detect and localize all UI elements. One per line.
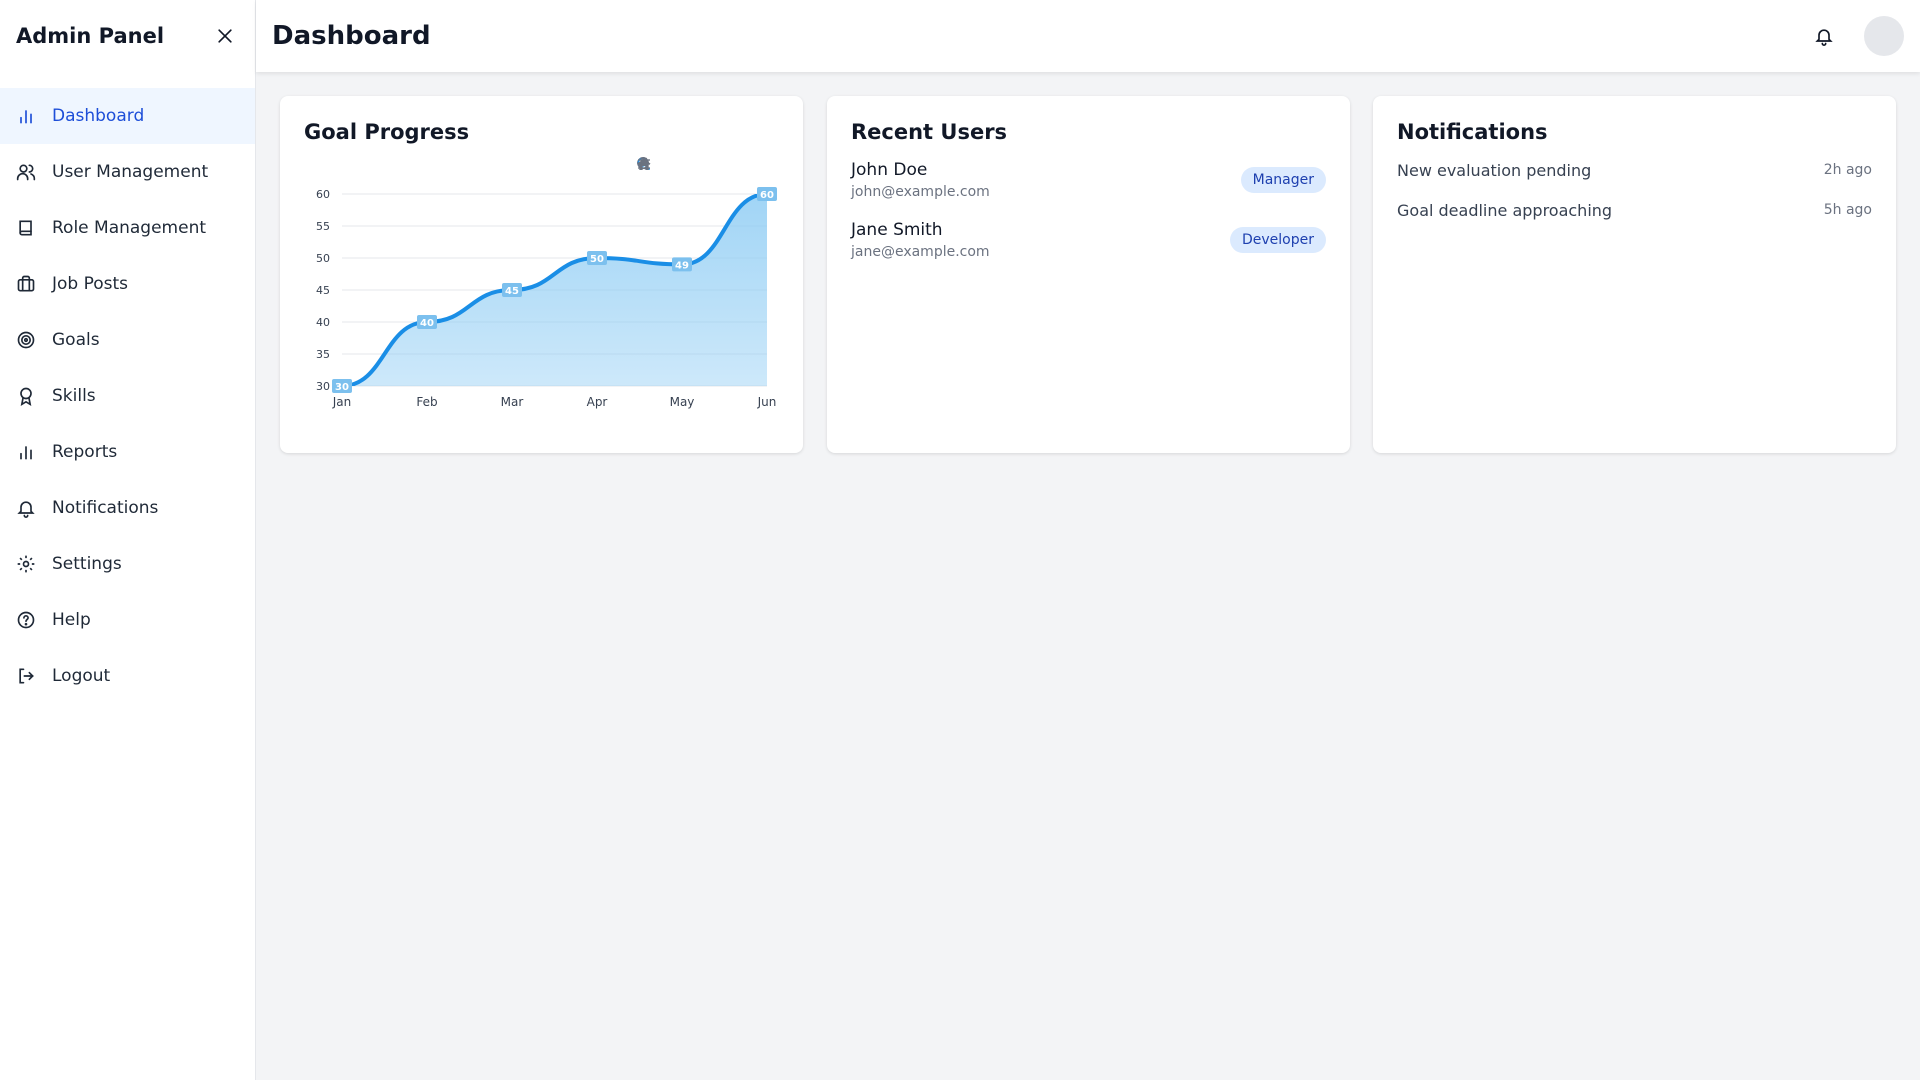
notifications-card: Notifications New evaluation pending 2h … xyxy=(1373,96,1896,453)
x-tick-label: Feb xyxy=(416,395,437,409)
sidebar-item-role-management[interactable]: Role Management xyxy=(0,200,255,256)
goal-progress-card: Goal Progress 30 35 40 45 50 55 60 Jan Feb Mar Apr… xyxy=(280,96,803,453)
notification-time: 2h ago xyxy=(1823,162,1872,178)
sidebar-item-dashboard[interactable]: Dashboard xyxy=(0,88,255,144)
notification-text: New evaluation pending xyxy=(1397,160,1592,180)
data-label: 45 xyxy=(505,286,519,297)
notification-time: 5h ago xyxy=(1823,202,1872,218)
briefcase-icon xyxy=(16,274,36,294)
sidebar-header: Admin Panel xyxy=(0,0,255,72)
card-title: Recent Users xyxy=(851,120,1008,144)
sidebar-item-reports[interactable]: Reports xyxy=(0,424,255,480)
sidebar-item-user-management[interactable]: User Management xyxy=(0,144,255,200)
sidebar-item-label: Goals xyxy=(52,330,100,350)
sidebar: Admin Panel Dashboard User Management Ro… xyxy=(0,0,256,1080)
user-info: John Doe john@example.com xyxy=(851,160,990,200)
bar-chart-icon xyxy=(16,106,36,126)
data-label: 30 xyxy=(335,382,349,393)
bell-icon xyxy=(1815,29,1833,46)
goal-progress-chart: 30 35 40 45 50 55 60 Jan Feb Mar Apr May Jun 30 40 45 50… xyxy=(302,156,782,416)
y-tick-label: 45 xyxy=(316,284,330,297)
list-item[interactable]: Goal deadline approaching 5h ago xyxy=(1397,196,1872,224)
data-label: 49 xyxy=(675,260,689,271)
sidebar-item-job-posts[interactable]: Job Posts xyxy=(0,256,255,312)
recent-users-card: Recent Users John Doe john@example.com M… xyxy=(827,96,1350,453)
notification-text: Goal deadline approaching xyxy=(1397,200,1613,220)
data-label: 40 xyxy=(420,318,434,329)
gear-icon xyxy=(16,554,36,574)
x-tick-label: Mar xyxy=(501,395,524,409)
help-circle-icon xyxy=(16,610,36,630)
zoom-out-button[interactable] xyxy=(637,156,674,172)
logout-icon xyxy=(16,666,36,686)
close-icon xyxy=(218,29,232,43)
x-tick-label: Jan xyxy=(332,395,352,409)
target-icon xyxy=(16,330,36,350)
y-tick-label: 60 xyxy=(316,188,330,201)
sidebar-nav: Dashboard User Management Role Managemen… xyxy=(0,88,255,704)
y-tick-label: 30 xyxy=(316,380,330,393)
card-title: Notifications xyxy=(1397,120,1548,144)
y-tick-label: 55 xyxy=(316,220,330,233)
x-tick-label: Jun xyxy=(757,395,777,409)
reset-zoom-button[interactable] xyxy=(637,156,740,172)
sidebar-item-logout[interactable]: Logout xyxy=(0,648,255,704)
top-bar: Dashboard xyxy=(256,0,1920,72)
sidebar-item-label: Reports xyxy=(52,442,118,462)
sidebar-item-label: Skills xyxy=(52,386,96,406)
sidebar-item-settings[interactable]: Settings xyxy=(0,536,255,592)
user-info: Jane Smith jane@example.com xyxy=(851,220,990,260)
award-icon xyxy=(16,386,36,406)
users-icon xyxy=(16,162,36,182)
sidebar-item-help[interactable]: Help xyxy=(0,592,255,648)
avatar[interactable] xyxy=(1864,16,1904,56)
top-actions xyxy=(1810,16,1904,56)
sidebar-item-label: User Management xyxy=(52,162,209,182)
list-item[interactable]: Jane Smith jane@example.com Developer xyxy=(851,216,1326,264)
page-title: Dashboard xyxy=(272,21,431,51)
user-name: Jane Smith xyxy=(851,220,943,240)
sidebar-item-label: Dashboard xyxy=(52,106,145,126)
list-item[interactable]: John Doe john@example.com Manager xyxy=(851,156,1326,204)
y-tick-label: 35 xyxy=(316,348,330,361)
selection-zoom-button[interactable] xyxy=(637,156,696,172)
sidebar-item-label: Settings xyxy=(52,554,122,574)
chart-svg: 30 35 40 45 50 55 60 Jan Feb Mar Apr May Jun 30 40 45 50… xyxy=(316,187,777,409)
close-sidebar-button[interactable] xyxy=(211,22,239,50)
data-label: 50 xyxy=(590,254,604,265)
y-tick-label: 40 xyxy=(316,316,330,329)
chart-toolbar xyxy=(636,156,762,172)
notifications-button[interactable] xyxy=(1810,22,1838,50)
sidebar-item-label: Role Management xyxy=(52,218,207,238)
sidebar-item-label: Logout xyxy=(52,666,111,686)
x-tick-label: May xyxy=(670,395,695,409)
list-item[interactable]: New evaluation pending 2h ago xyxy=(1397,156,1872,184)
y-tick-label: 50 xyxy=(316,252,330,265)
sidebar-item-notifications[interactable]: Notifications xyxy=(0,480,255,536)
sidebar-item-goals[interactable]: Goals xyxy=(0,312,255,368)
app-title: Admin Panel xyxy=(16,24,165,48)
user-email: jane@example.com xyxy=(851,244,990,260)
data-label: 60 xyxy=(760,190,774,201)
menu-icon xyxy=(638,159,650,169)
bell-icon xyxy=(16,498,36,518)
x-tick-label: Apr xyxy=(587,395,608,409)
user-name: John Doe xyxy=(851,160,928,180)
user-email: john@example.com xyxy=(851,184,990,200)
bar-chart-icon xyxy=(16,442,36,462)
card-title: Goal Progress xyxy=(304,120,470,144)
sidebar-item-label: Notifications xyxy=(52,498,159,518)
pan-button[interactable] xyxy=(638,156,718,172)
book-icon xyxy=(16,218,36,238)
sidebar-item-label: Job Posts xyxy=(52,274,129,294)
sidebar-item-label: Help xyxy=(52,610,91,630)
sidebar-item-skills[interactable]: Skills xyxy=(0,368,255,424)
role-badge: Manager xyxy=(1240,167,1326,193)
role-badge: Developer xyxy=(1229,227,1326,253)
chart-menu-button[interactable] xyxy=(638,156,762,172)
